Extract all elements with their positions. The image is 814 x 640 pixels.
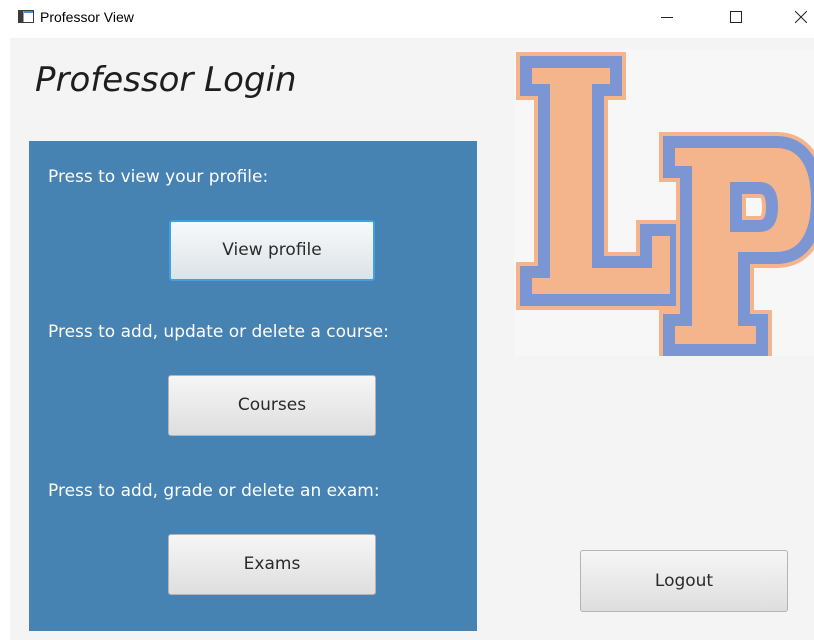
close-icon bbox=[795, 11, 807, 23]
maximize-icon bbox=[730, 11, 742, 23]
exams-prompt: Press to add, grade or delete an exam: bbox=[48, 481, 380, 501]
professor-view-window: Professor View Professor Login Press to … bbox=[0, 0, 814, 640]
client-area: Professor Login Press to view your profi… bbox=[10, 38, 814, 640]
courses-button[interactable]: Courses bbox=[168, 375, 376, 436]
lp-logo-image bbox=[516, 52, 814, 356]
minimize-button[interactable] bbox=[644, 0, 690, 36]
exams-button[interactable]: Exams bbox=[168, 534, 376, 595]
actions-panel: Press to view your profile: View profile… bbox=[29, 141, 477, 631]
page-title: Professor Login bbox=[35, 60, 297, 100]
app-window-icon bbox=[18, 10, 34, 23]
minimize-icon bbox=[661, 17, 673, 18]
logout-button[interactable]: Logout bbox=[580, 550, 788, 612]
courses-prompt: Press to add, update or delete a course: bbox=[48, 322, 389, 342]
view-profile-button[interactable]: View profile bbox=[169, 220, 375, 281]
profile-prompt: Press to view your profile: bbox=[48, 167, 269, 187]
window-title: Professor View bbox=[40, 9, 134, 25]
maximize-button[interactable] bbox=[713, 0, 759, 36]
close-button[interactable] bbox=[778, 0, 814, 36]
title-bar[interactable]: Professor View bbox=[0, 0, 814, 36]
lp-logo bbox=[514, 50, 814, 356]
